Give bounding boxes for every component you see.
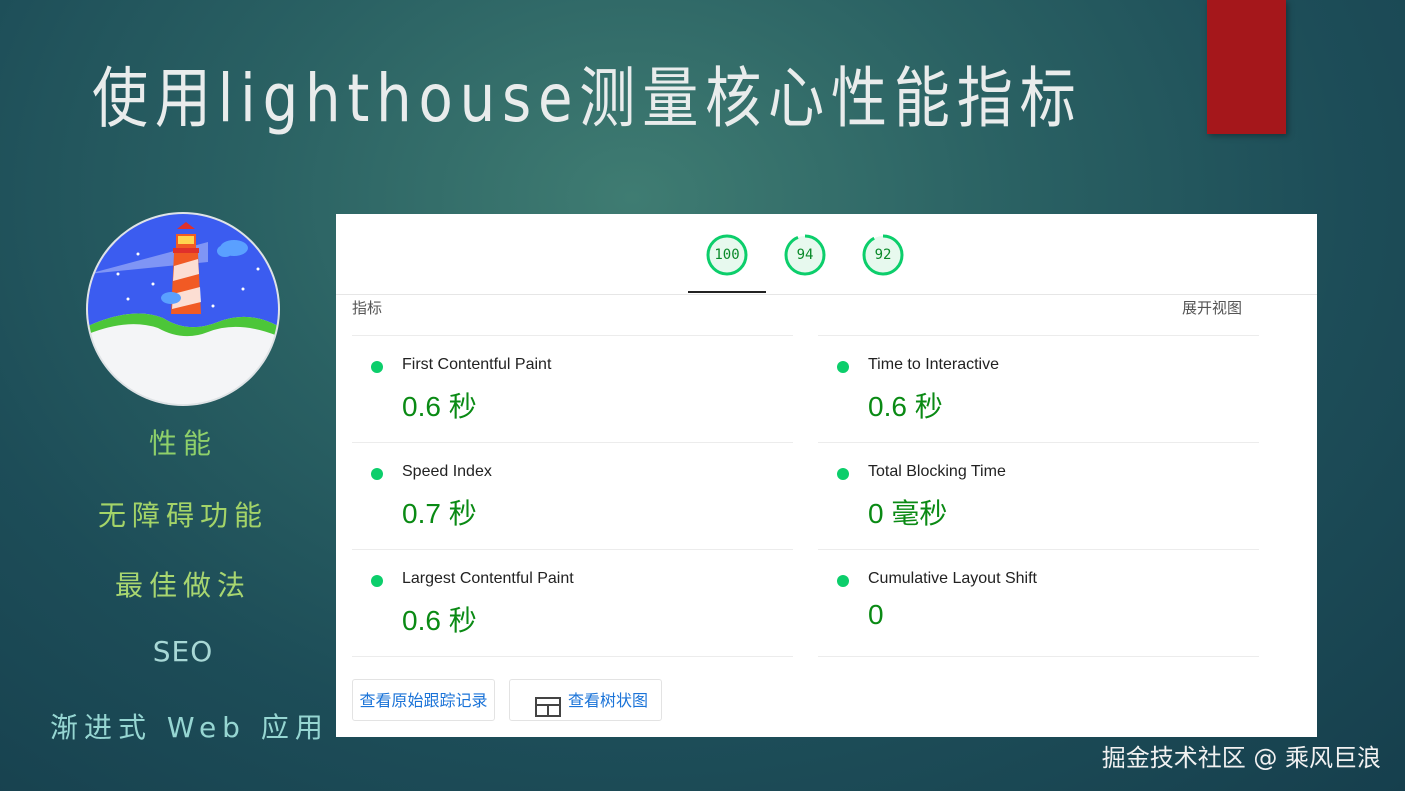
score-gauge-accessibility[interactable]: 94: [783, 233, 827, 277]
status-dot-icon: [837, 361, 849, 373]
category-seo: SEO: [152, 635, 214, 668]
metric-value: 0.7 秒: [402, 498, 477, 529]
metric-label: Cumulative Layout Shift: [868, 570, 1037, 587]
treemap-icon: [535, 691, 561, 733]
category-accessibility: 无障碍功能: [97, 499, 268, 532]
metric-cumulative-layout-shift: Cumulative Layout Shift 0: [818, 549, 1259, 657]
metric-first-contentful-paint: First Contentful Paint 0.6 秒: [352, 335, 793, 442]
view-treemap-label: 查看树状图: [568, 691, 649, 710]
expand-view-toggle[interactable]: 展开视图: [1182, 297, 1242, 318]
metrics-column-right: Time to Interactive 0.6 秒 Total Blocking…: [818, 335, 1259, 657]
lighthouse-logo-icon: [88, 214, 278, 404]
category-pwa: 渐进式 Web 应用: [50, 711, 329, 744]
status-dot-icon: [837, 575, 849, 587]
metric-time-to-interactive: Time to Interactive 0.6 秒: [818, 335, 1259, 442]
metric-label: Time to Interactive: [868, 356, 1000, 373]
metric-value: 0: [868, 599, 884, 630]
red-accent-tab: [1207, 0, 1286, 134]
metric-value: 0.6 秒: [868, 391, 943, 422]
score-value: 100: [714, 247, 740, 263]
score-value: 94: [796, 247, 814, 263]
view-trace-button[interactable]: 查看原始跟踪记录: [352, 679, 495, 721]
status-dot-icon: [371, 361, 383, 373]
active-tab-underline: [688, 291, 766, 293]
watermark: 掘金技术社区 @ 乘风巨浪: [1101, 744, 1381, 772]
score-gauges-bar: 100 94 92: [336, 214, 1317, 295]
metric-label: First Contentful Paint: [402, 356, 552, 373]
score-gauge-best-practices[interactable]: 92: [861, 233, 905, 277]
metric-value: 0.6 秒: [402, 391, 477, 422]
status-dot-icon: [837, 468, 849, 480]
metric-speed-index: Speed Index 0.7 秒: [352, 442, 793, 549]
status-dot-icon: [371, 468, 383, 480]
metric-value: 0.6 秒: [402, 605, 477, 636]
metric-label: Speed Index: [402, 463, 492, 480]
metric-total-blocking-time: Total Blocking Time 0 毫秒: [818, 442, 1259, 549]
metrics-heading: 指标: [352, 299, 383, 317]
metric-label: Largest Contentful Paint: [402, 570, 574, 587]
score-value: 92: [874, 247, 892, 263]
slide-title: 使用lighthouse测量核心性能指标: [92, 60, 1083, 137]
view-treemap-button[interactable]: 查看树状图: [509, 679, 662, 721]
metric-value: 0 毫秒: [868, 498, 948, 529]
metric-largest-contentful-paint: Largest Contentful Paint 0.6 秒: [352, 549, 793, 657]
score-gauge-performance[interactable]: 100: [705, 233, 749, 277]
lighthouse-report-panel: 100 94 92 指标 展开视图 First Contentful Paint…: [336, 214, 1317, 737]
category-performance: 性能: [148, 427, 217, 460]
category-best-practices: 最佳做法: [114, 569, 251, 602]
status-dot-icon: [371, 575, 383, 587]
metrics-column-left: First Contentful Paint 0.6 秒 Speed Index…: [352, 335, 793, 657]
metric-label: Total Blocking Time: [868, 463, 1006, 480]
